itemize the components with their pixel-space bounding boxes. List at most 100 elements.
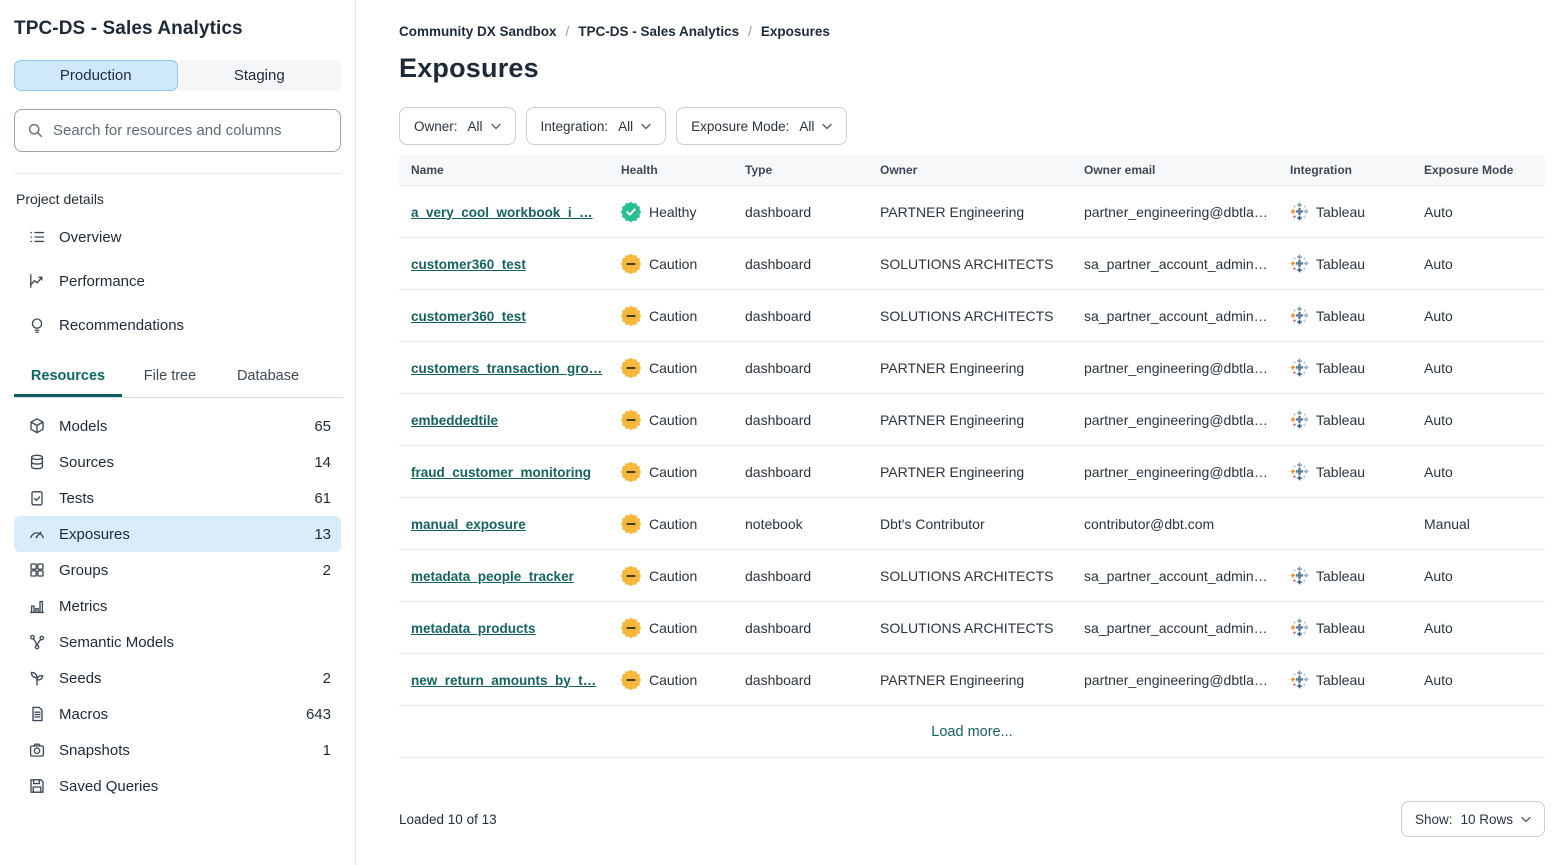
resource-count: 2 <box>323 670 331 687</box>
show-value: 10 Rows <box>1460 812 1513 827</box>
exposure-name-link[interactable]: customer360_test <box>411 257 526 272</box>
health-cell: Healthy <box>609 202 733 222</box>
resource-label: Snapshots <box>59 742 310 759</box>
resource-label: Macros <box>59 706 293 723</box>
table-row: manual_exposureCautionnotebookDbt's Cont… <box>399 498 1545 550</box>
sidebar-item-overview[interactable]: Overview <box>14 215 341 259</box>
resource-label: Groups <box>59 562 310 579</box>
table-row: embeddedtileCautiondashboardPARTNER Engi… <box>399 394 1545 446</box>
resource-label: Exposures <box>59 526 301 543</box>
sidebar-divider <box>14 173 341 174</box>
type-cell: dashboard <box>733 308 868 324</box>
sidebar-item-metrics[interactable]: Metrics <box>14 588 341 624</box>
integration-cell: Tableau <box>1278 254 1412 273</box>
sidebar-item-tests[interactable]: Tests61 <box>14 480 341 516</box>
exposure-name-link[interactable]: metadata_products <box>411 621 536 636</box>
column-header-integration: Integration <box>1278 163 1412 177</box>
exposures-table: NameHealthTypeOwnerOwner emailIntegratio… <box>399 155 1545 758</box>
filter-exposure-mode[interactable]: Exposure Mode: All <box>676 107 847 145</box>
resource-list: Models65Sources14Tests61Exposures13Group… <box>14 408 341 804</box>
sidebar-item-models[interactable]: Models65 <box>14 408 341 444</box>
camera-icon <box>28 741 46 759</box>
sidebar-item-groups[interactable]: Groups 2 <box>14 552 341 588</box>
show-label: Show: <box>1415 812 1453 827</box>
owner-email-cell: sa_partner_account_admin… <box>1072 308 1278 324</box>
breadcrumb-separator: / <box>566 24 570 39</box>
exposure-mode-cell: Auto <box>1412 620 1545 636</box>
column-header-name: Name <box>399 163 609 177</box>
sidebar-item-macros[interactable]: Macros643 <box>14 696 341 732</box>
sidebar-item-performance[interactable]: Performance <box>14 259 341 303</box>
integration-label: Tableau <box>1316 308 1365 324</box>
filter-value: All <box>799 119 814 134</box>
owner-cell: SOLUTIONS ARCHITECTS <box>868 620 1072 636</box>
tab-file-tree[interactable]: File tree <box>122 368 218 397</box>
owner-cell: SOLUTIONS ARCHITECTS <box>868 256 1072 272</box>
health-cell: Caution <box>609 566 733 586</box>
filter-integration[interactable]: Integration:All <box>526 107 667 145</box>
health-cell: Caution <box>609 358 733 378</box>
table-row: a_very_cool_workbook_i_… Healthy dashboard… <box>399 186 1545 238</box>
filter-label: Exposure Mode: <box>691 119 789 134</box>
staging-toggle-button[interactable]: Staging <box>178 60 342 91</box>
exposure-name-link[interactable]: embeddedtile <box>411 413 498 428</box>
exposure-name-link[interactable]: manual_exposure <box>411 517 526 532</box>
exposure-mode-cell: Auto <box>1412 464 1545 480</box>
breadcrumb-item[interactable]: TPC-DS - Sales Analytics <box>578 24 739 39</box>
health-cell: Caution <box>609 670 733 690</box>
health-label: Caution <box>649 672 697 688</box>
owner-email-cell: partner_engineering@dbtla… <box>1072 412 1278 428</box>
project-links: OverviewPerformance Recommendations <box>14 215 341 347</box>
filter-owner[interactable]: Owner:All <box>399 107 516 145</box>
sidebar-item-recommendations[interactable]: Recommendations <box>14 303 341 347</box>
exposure-mode-cell: Auto <box>1412 672 1545 688</box>
filter-label: Owner: <box>414 119 458 134</box>
search-input[interactable] <box>53 122 328 139</box>
exposure-mode-cell: Auto <box>1412 204 1545 220</box>
sidebar-item-sources[interactable]: Sources14 <box>14 444 341 480</box>
tab-database[interactable]: Database <box>218 368 318 397</box>
sidebar-item-label: Recommendations <box>59 317 184 334</box>
exposure-name-link[interactable]: metadata_people_tracker <box>411 569 574 584</box>
exposure-name-link[interactable]: new_return_amounts_by_t… <box>411 673 596 688</box>
integration-label: Tableau <box>1316 360 1365 376</box>
sidebar-item-exposures[interactable]: Exposures13 <box>14 516 341 552</box>
rows-per-page-select[interactable]: Show: 10 Rows <box>1401 801 1545 837</box>
sidebar-item-semantic-models[interactable]: Semantic Models <box>14 624 341 660</box>
tab-resources[interactable]: Resources <box>14 368 122 397</box>
resource-label: Sources <box>59 454 301 471</box>
load-more-link[interactable]: Load more... <box>931 724 1012 740</box>
type-cell: dashboard <box>733 412 868 428</box>
resource-count: 2 <box>323 562 331 579</box>
main-content: Community DX Sandbox / TPC-DS - Sales Anal… <box>356 0 1559 865</box>
document-icon <box>28 705 46 723</box>
breadcrumb-item: Exposures <box>761 24 830 39</box>
health-label: Caution <box>649 412 697 428</box>
resource-label: Models <box>59 418 301 435</box>
integration-cell: Tableau <box>1278 618 1412 637</box>
tableau-icon <box>1290 670 1309 689</box>
tableau-icon <box>1290 410 1309 429</box>
breadcrumb-item[interactable]: Community DX Sandbox <box>399 24 557 39</box>
filter-value: All <box>618 119 633 134</box>
owner-email-cell: partner_engineering@dbtla… <box>1072 464 1278 480</box>
production-toggle-button[interactable]: Production <box>14 60 178 91</box>
resource-count: 61 <box>314 490 331 507</box>
sidebar-item-seeds[interactable]: Seeds2 <box>14 660 341 696</box>
exposure-mode-cell: Auto <box>1412 568 1545 584</box>
sidebar-item-saved-queries[interactable]: Saved Queries <box>14 768 341 804</box>
owner-email-cell: partner_engineering@dbtla… <box>1072 672 1278 688</box>
exposure-name-link[interactable]: fraud_customer_monitoring <box>411 465 591 480</box>
sidebar-item-snapshots[interactable]: Snapshots1 <box>14 732 341 768</box>
list-icon <box>28 228 46 246</box>
search-box[interactable] <box>14 109 341 152</box>
exposure-name-link[interactable]: customer360_test <box>411 309 526 324</box>
exposure-name-link[interactable]: customers_transaction_gro… <box>411 361 602 376</box>
column-header-health: Health <box>609 163 733 177</box>
integration-label: Tableau <box>1316 204 1365 220</box>
exposure-name-link[interactable]: a_very_cool_workbook_i_… <box>411 205 593 220</box>
type-cell: dashboard <box>733 204 868 220</box>
load-more-row: Load more... <box>399 706 1545 758</box>
health-label: Healthy <box>649 204 696 220</box>
table-body: a_very_cool_workbook_i_… Healthy dashboard… <box>399 186 1545 706</box>
